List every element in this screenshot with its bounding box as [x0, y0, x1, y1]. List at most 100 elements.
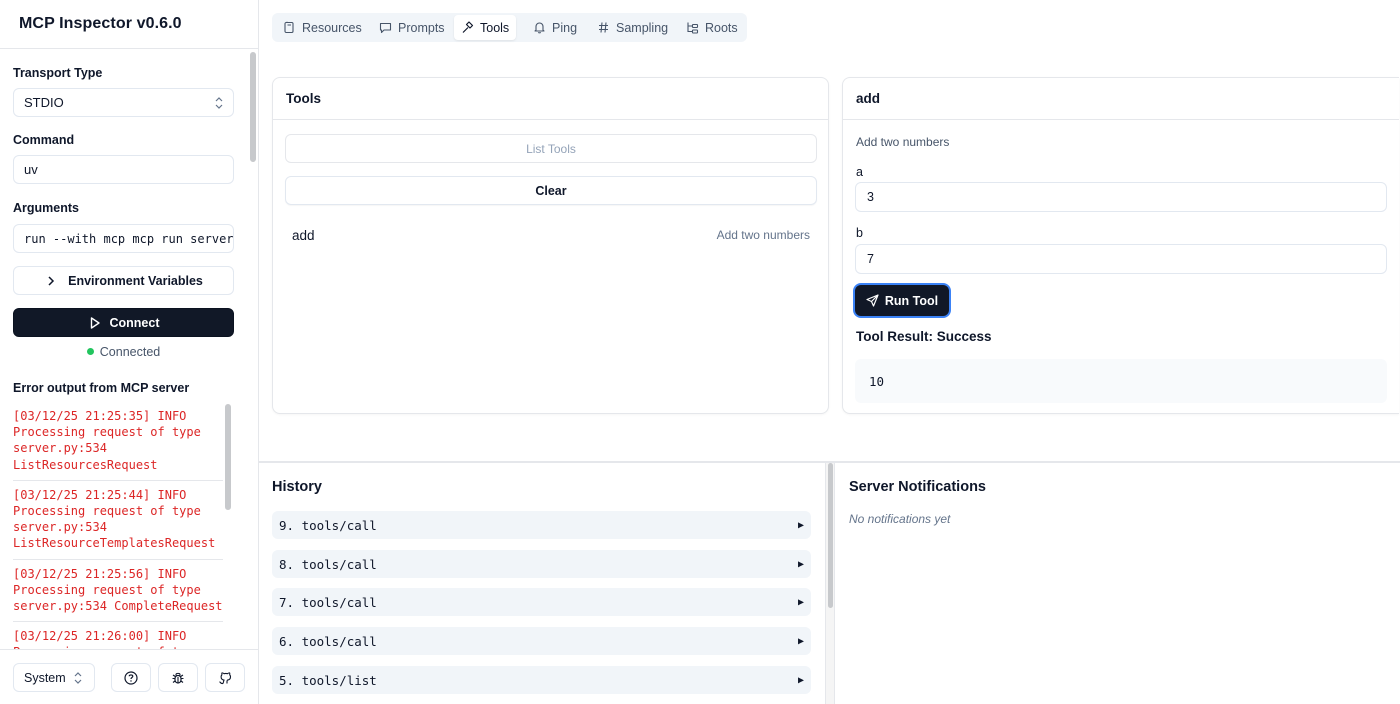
tool-name: add — [292, 227, 315, 243]
expand-triangle-icon: ▶ — [797, 596, 804, 608]
play-icon — [90, 316, 100, 329]
tools-card: Tools List Tools Clear add Add two numbe… — [272, 77, 829, 414]
hammer-icon — [462, 21, 474, 33]
bell-icon — [534, 22, 545, 34]
param-b-input[interactable]: 7 — [855, 244, 1387, 274]
help-circle-icon — [124, 670, 138, 685]
run-tool-button[interactable]: Run Tool — [855, 285, 949, 316]
tool-list-item[interactable]: add Add two numbers — [285, 220, 817, 250]
tab-sampling[interactable]: Sampling — [590, 15, 675, 40]
expand-triangle-icon: ▶ — [797, 558, 804, 570]
transport-type-value: STDIO — [24, 95, 64, 110]
github-button[interactable] — [205, 663, 245, 692]
github-icon — [219, 671, 232, 684]
arguments-input[interactable]: run --with mcp mcp run server — [13, 224, 234, 253]
clear-button[interactable]: Clear — [285, 176, 817, 205]
tab-bar: Resources Prompts Tools Ping Sampling Ro… — [272, 13, 747, 42]
log-entry: [03/12/25 21:26:00] INFO Processing requ… — [13, 629, 201, 649]
list-tools-button[interactable]: List Tools — [285, 134, 817, 163]
history-scrollbar-thumb[interactable] — [828, 463, 833, 608]
tools-card-title: Tools — [273, 78, 828, 120]
message-square-icon — [379, 22, 392, 34]
command-value: uv — [24, 162, 38, 177]
chevrons-up-down-icon — [74, 672, 82, 684]
folder-tree-icon — [687, 22, 699, 34]
tab-roots[interactable]: Roots — [679, 15, 745, 40]
tab-prompts-label: Prompts — [398, 20, 445, 35]
param-a-label: a — [856, 165, 863, 179]
sidebar: MCP Inspector v0.6.0 Transport Type STDI… — [0, 0, 259, 704]
notifications-empty-text: No notifications yet — [849, 512, 951, 526]
tool-result-output: 10 — [855, 359, 1387, 403]
param-a-value: 3 — [867, 190, 874, 204]
arguments-value: run --with mcp mcp run server — [24, 231, 234, 246]
param-b-label: b — [856, 226, 863, 240]
log-entry: [03/12/25 21:25:56] INFO Processing requ… — [13, 560, 223, 623]
chevrons-up-down-icon — [215, 97, 223, 109]
tab-tools-label: Tools — [480, 20, 510, 35]
history-item[interactable]: 9. tools/call ▶ — [272, 511, 811, 539]
tool-result-value: 10 — [869, 373, 885, 389]
history-item[interactable]: 5. tools/list ▶ — [272, 666, 811, 694]
file-icon — [284, 21, 294, 34]
history-scrollbar[interactable] — [825, 463, 835, 704]
tool-detail-title: add — [843, 78, 1399, 120]
send-icon — [866, 294, 879, 307]
connection-status-text: Connected — [99, 345, 161, 359]
connect-label: Connect — [109, 315, 160, 330]
log-scrollbar-thumb[interactable] — [225, 404, 231, 510]
param-a-input[interactable]: 3 — [855, 182, 1387, 212]
history-item-label: 5. tools/list — [279, 672, 377, 688]
transport-type-select[interactable]: STDIO — [13, 88, 234, 117]
history-item-label: 6. tools/call — [279, 633, 377, 649]
theme-value: System — [24, 670, 66, 685]
tool-result-title: Tool Result: Success — [856, 329, 992, 344]
history-item[interactable]: 6. tools/call ▶ — [272, 627, 811, 655]
environment-variables-button[interactable]: Environment Variables — [13, 266, 234, 295]
connection-status: Connected — [0, 345, 247, 359]
expand-triangle-icon: ▶ — [797, 519, 804, 531]
app-title: MCP Inspector v0.6.0 — [0, 0, 258, 49]
tab-tools[interactable]: Tools — [454, 15, 517, 40]
param-b-value: 7 — [867, 252, 874, 266]
history-item[interactable]: 7. tools/call ▶ — [272, 588, 811, 616]
history-item[interactable]: 8. tools/call ▶ — [272, 550, 811, 578]
hash-icon — [599, 22, 608, 33]
environment-variables-label: Environment Variables — [68, 273, 203, 288]
sidebar-scroll-area: Transport Type STDIO Command uv Argument… — [0, 49, 247, 649]
connect-button[interactable]: Connect — [13, 308, 234, 337]
bug-report-button[interactable] — [158, 663, 198, 692]
command-label: Command — [13, 133, 75, 147]
bug-icon — [172, 672, 184, 684]
log-entry: [03/12/25 21:25:44] INFO Processing requ… — [13, 481, 223, 560]
transport-type-label: Transport Type — [13, 66, 103, 80]
help-button[interactable] — [111, 663, 151, 692]
history-title: History — [272, 479, 322, 495]
theme-select[interactable]: System — [13, 663, 95, 692]
history-item-label: 7. tools/call — [279, 594, 377, 610]
error-log-list: [03/12/25 21:25:35] INFO Processing requ… — [13, 402, 223, 649]
run-tool-label: Run Tool — [884, 293, 939, 308]
log-scrollbar[interactable] — [225, 404, 231, 649]
expand-triangle-icon: ▶ — [797, 635, 804, 647]
status-dot-icon — [86, 348, 94, 355]
tab-ping[interactable]: Ping — [526, 15, 584, 40]
sidebar-scrollbar[interactable] — [249, 52, 256, 647]
tab-resources-label: Resources — [302, 20, 362, 35]
tab-prompts[interactable]: Prompts — [372, 15, 452, 40]
tool-detail-card: add Add two numbers a 3 b 7 Run Tool Too… — [842, 77, 1399, 414]
server-notifications-title: Server Notifications — [849, 479, 986, 495]
command-input[interactable]: uv — [13, 155, 234, 184]
tool-description: Add two numbers — [716, 228, 810, 242]
tab-roots-label: Roots — [705, 20, 738, 35]
tool-detail-description: Add two numbers — [856, 135, 950, 149]
error-output-title: Error output from MCP server — [13, 381, 190, 395]
tab-sampling-label: Sampling — [616, 20, 669, 35]
history-item-label: 8. tools/call — [279, 556, 377, 572]
sidebar-scrollbar-thumb[interactable] — [250, 52, 256, 162]
arguments-label: Arguments — [13, 201, 79, 215]
tab-resources[interactable]: Resources — [276, 15, 369, 40]
history-item-label: 9. tools/call — [279, 517, 377, 533]
chevron-right-icon — [48, 275, 55, 286]
tab-ping-label: Ping — [552, 20, 578, 35]
